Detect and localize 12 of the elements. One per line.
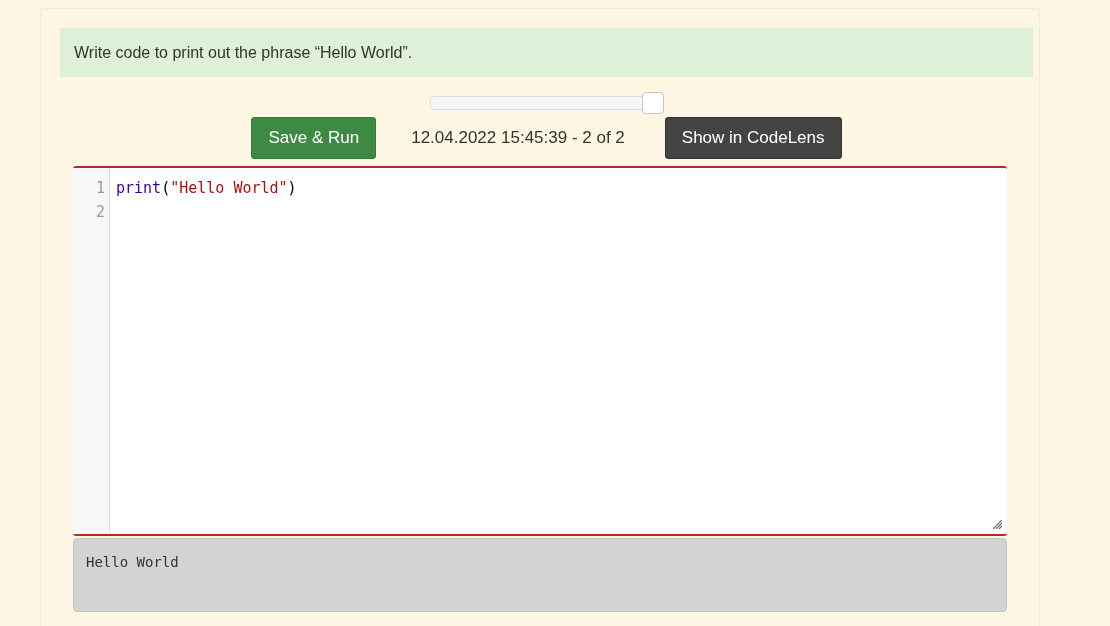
code-line: print("Hello World") — [116, 179, 297, 197]
code-editor[interactable]: 1 2 print("Hello World") — [73, 166, 1007, 536]
history-slider[interactable] — [429, 92, 664, 114]
output-text: Hello World — [73, 538, 1007, 612]
save-and-run-button[interactable]: Save & Run — [251, 117, 377, 159]
line-number: 2 — [94, 202, 106, 223]
slider-thumb[interactable] — [641, 92, 664, 114]
codelens-button[interactable]: Show in CodeLens — [664, 117, 842, 159]
timestamp-text: 12.04.2022 15:45:39 - 2 of 2 — [411, 128, 625, 148]
line-number: 1 — [94, 178, 106, 199]
resize-handle-icon[interactable] — [993, 520, 1002, 529]
prompt-text: Write code to print out the phrase “Hello World”. — [60, 28, 1033, 77]
